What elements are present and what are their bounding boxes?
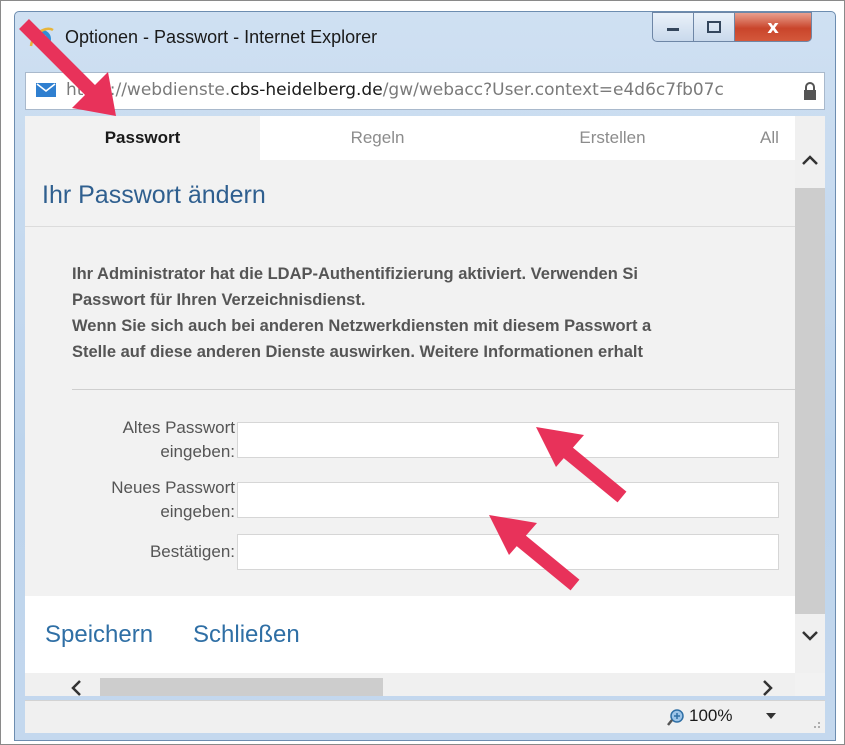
minimize-icon: [667, 28, 679, 31]
new-password-label-line2: eingeben:: [160, 502, 235, 521]
chevron-up-icon[interactable]: [798, 148, 822, 172]
divider: [25, 226, 795, 227]
annotation-arrow-new-password: [489, 515, 580, 591]
new-password-label: Neues Passwort eingeben:: [111, 476, 235, 524]
old-password-input[interactable]: [237, 422, 779, 458]
zoom-icon[interactable]: [667, 708, 685, 726]
url-domain: cbs-heidelberg.de: [230, 80, 383, 100]
confirm-password-label: Bestätigen:: [149, 542, 235, 561]
address-bar[interactable]: https://webdienste.cbs-heidelberg.de/gw/…: [25, 72, 825, 110]
status-bar: 100%: [25, 700, 825, 733]
dialog-footer: Speichern Schließen: [25, 596, 795, 673]
close-icon: x: [767, 16, 779, 38]
horizontal-scroll-thumb[interactable]: [100, 678, 383, 696]
new-password-label-line1: Neues Passwort: [111, 478, 235, 497]
tab-regeln[interactable]: Regeln: [260, 116, 495, 160]
chevron-down-icon[interactable]: [798, 624, 822, 648]
url-text: https://webdienste.cbs-heidelberg.de/gw/…: [66, 80, 724, 100]
maximize-button[interactable]: [693, 12, 735, 42]
tab-label: Erstellen: [579, 128, 646, 147]
info-line: Passwort für Ihren Verzeichnisdienst.: [72, 291, 366, 309]
title-bar: Optionen - Passwort - Internet Explorer …: [15, 12, 835, 64]
zoom-level[interactable]: 100%: [689, 706, 732, 726]
browser-window: Optionen - Passwort - Internet Explorer …: [14, 11, 836, 741]
chevron-right-icon[interactable]: [755, 676, 779, 696]
chevron-left-icon[interactable]: [65, 676, 89, 696]
old-password-label-line2: eingeben:: [160, 442, 235, 461]
tab-bar: Passwort Regeln Erstellen All: [25, 116, 800, 160]
tab-erstellen[interactable]: Erstellen: [495, 116, 730, 160]
close-window-button[interactable]: x: [734, 12, 812, 42]
info-line: Ihr Administrator hat die LDAP-Authentif…: [72, 265, 638, 283]
lock-icon: [804, 82, 816, 100]
old-password-label: Altes Passwort eingeben:: [123, 416, 235, 464]
info-line: Wenn Sie sich auch bei anderen Netzwerkd…: [72, 317, 652, 335]
old-password-label-line1: Altes Passwort: [122, 418, 235, 437]
save-button[interactable]: Speichern: [45, 621, 153, 649]
chevron-down-icon[interactable]: [765, 711, 777, 721]
divider: [72, 389, 795, 390]
page-title: Ihr Passwort ändern: [42, 181, 266, 209]
info-line: Stelle auf diese anderen Dienste auswirk…: [72, 343, 643, 361]
ldap-info-text: Ihr Administrator hat die LDAP-Authentif…: [72, 261, 802, 365]
resize-grip-icon[interactable]: [811, 719, 821, 729]
tab-label: Regeln: [350, 128, 405, 147]
screenshot-frame: Optionen - Passwort - Internet Explorer …: [0, 0, 845, 745]
minimize-button[interactable]: [652, 12, 694, 42]
dialog-content: Passwort Regeln Erstellen All Ihr Passwo…: [25, 116, 825, 696]
maximize-icon: [707, 21, 721, 33]
vertical-scroll-thumb[interactable]: [795, 188, 825, 614]
close-button[interactable]: Schließen: [193, 621, 300, 649]
tab-all[interactable]: All: [730, 116, 800, 160]
url-suffix: /gw/webacc?User.context=e4d6c7fb07c: [382, 80, 724, 100]
annotation-arrow-tab: [19, 19, 116, 116]
annotation-arrow-old-password: [536, 427, 627, 503]
tab-label: All: [760, 128, 779, 147]
